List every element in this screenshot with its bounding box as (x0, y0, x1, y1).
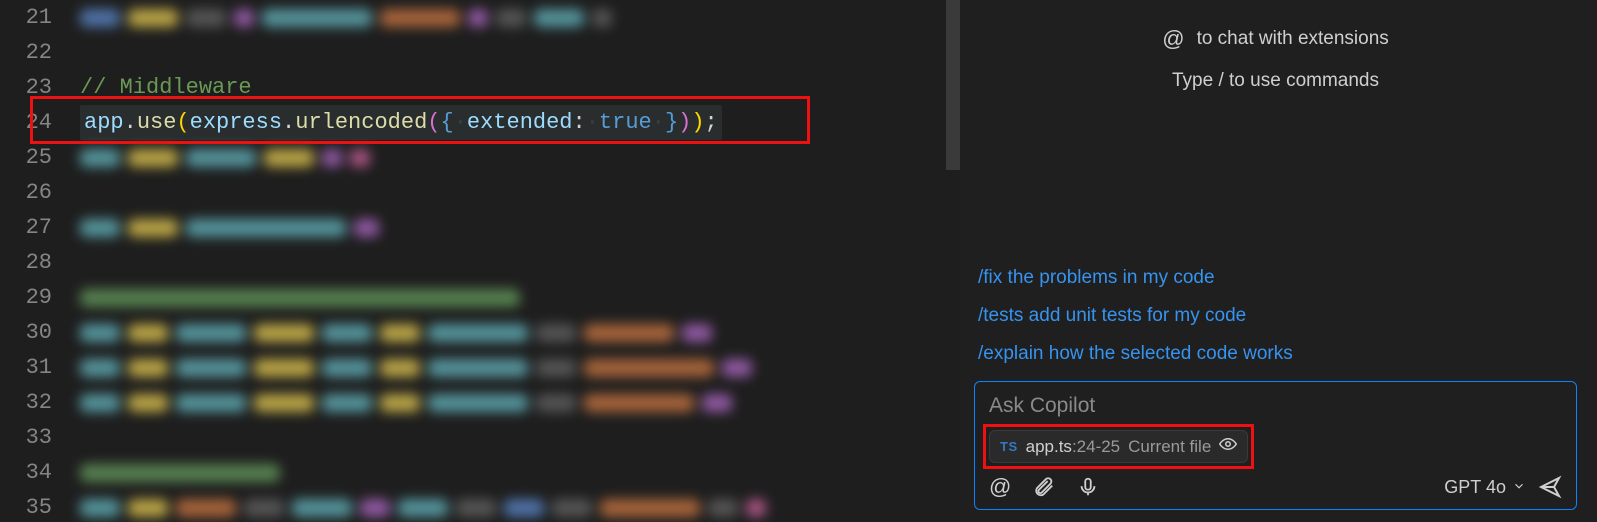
send-button[interactable] (1538, 475, 1562, 499)
typescript-badge: TS (1000, 439, 1018, 454)
line-number: 31 (0, 350, 80, 385)
code-line-comment: // Middleware (80, 70, 960, 105)
context-range: :24-25 (1072, 437, 1120, 456)
chat-input[interactable]: Ask Copilot (989, 394, 1562, 418)
chat-suggestions: /fix the problems in my code /tests add … (974, 259, 1577, 373)
line-number: 22 (0, 35, 80, 70)
line-number: 34 (0, 455, 80, 490)
at-icon: @ (1162, 28, 1184, 50)
model-picker[interactable]: GPT 4o (1444, 477, 1526, 498)
context-file: app.ts (1026, 437, 1072, 456)
line-number: 28 (0, 245, 80, 280)
chevron-down-icon (1512, 477, 1526, 498)
line-number: 26 (0, 175, 80, 210)
line-number: 33 (0, 420, 80, 455)
chat-input-box[interactable]: Ask Copilot TS app.ts:24-25 Current file… (974, 381, 1577, 510)
line-number: 32 (0, 385, 80, 420)
context-chip[interactable]: TS app.ts:24-25 Current file (989, 430, 1248, 463)
context-scope: Current file (1128, 437, 1211, 457)
attach-button[interactable] (1033, 476, 1055, 498)
line-number: 27 (0, 210, 80, 245)
line-number: 25 (0, 140, 80, 175)
line-number: 21 (0, 0, 80, 35)
hint-commands: Type / to use commands (1172, 70, 1379, 92)
code-line (80, 289, 960, 307)
line-number: 30 (0, 315, 80, 350)
model-label: GPT 4o (1444, 477, 1506, 498)
code-line (80, 499, 960, 517)
chat-hints: @ to chat with extensions Type / to use … (974, 28, 1577, 112)
line-number: 29 (0, 280, 80, 315)
code-line (80, 9, 960, 27)
code-line (80, 324, 960, 342)
mic-button[interactable] (1077, 476, 1099, 498)
chat-toolbar: @ GPT 4o (989, 475, 1562, 499)
line-number: 24 (0, 105, 80, 140)
code-line-selected[interactable]: app.use(express.urlencoded({·extended:·t… (80, 105, 960, 140)
code-line (80, 464, 960, 482)
line-number: 23 (0, 70, 80, 105)
suggestion-fix[interactable]: /fix the problems in my code (974, 259, 1577, 297)
app-root: 21 22 23 // Middleware 24 app.use(expres… (0, 0, 1597, 522)
mention-button[interactable]: @ (989, 476, 1011, 498)
suggestion-explain[interactable]: /explain how the selected code works (974, 335, 1577, 373)
hint-extensions: to chat with extensions (1197, 28, 1389, 50)
line-number: 35 (0, 490, 80, 522)
code-line (80, 219, 960, 237)
eye-icon[interactable] (1219, 435, 1237, 458)
code-line (80, 394, 960, 412)
code-editor[interactable]: 21 22 23 // Middleware 24 app.use(expres… (0, 0, 960, 522)
suggestion-tests[interactable]: /tests add unit tests for my code (974, 297, 1577, 335)
code-line (80, 359, 960, 377)
copilot-chat-panel: @ to chat with extensions Type / to use … (960, 0, 1597, 522)
code-line (80, 149, 960, 167)
